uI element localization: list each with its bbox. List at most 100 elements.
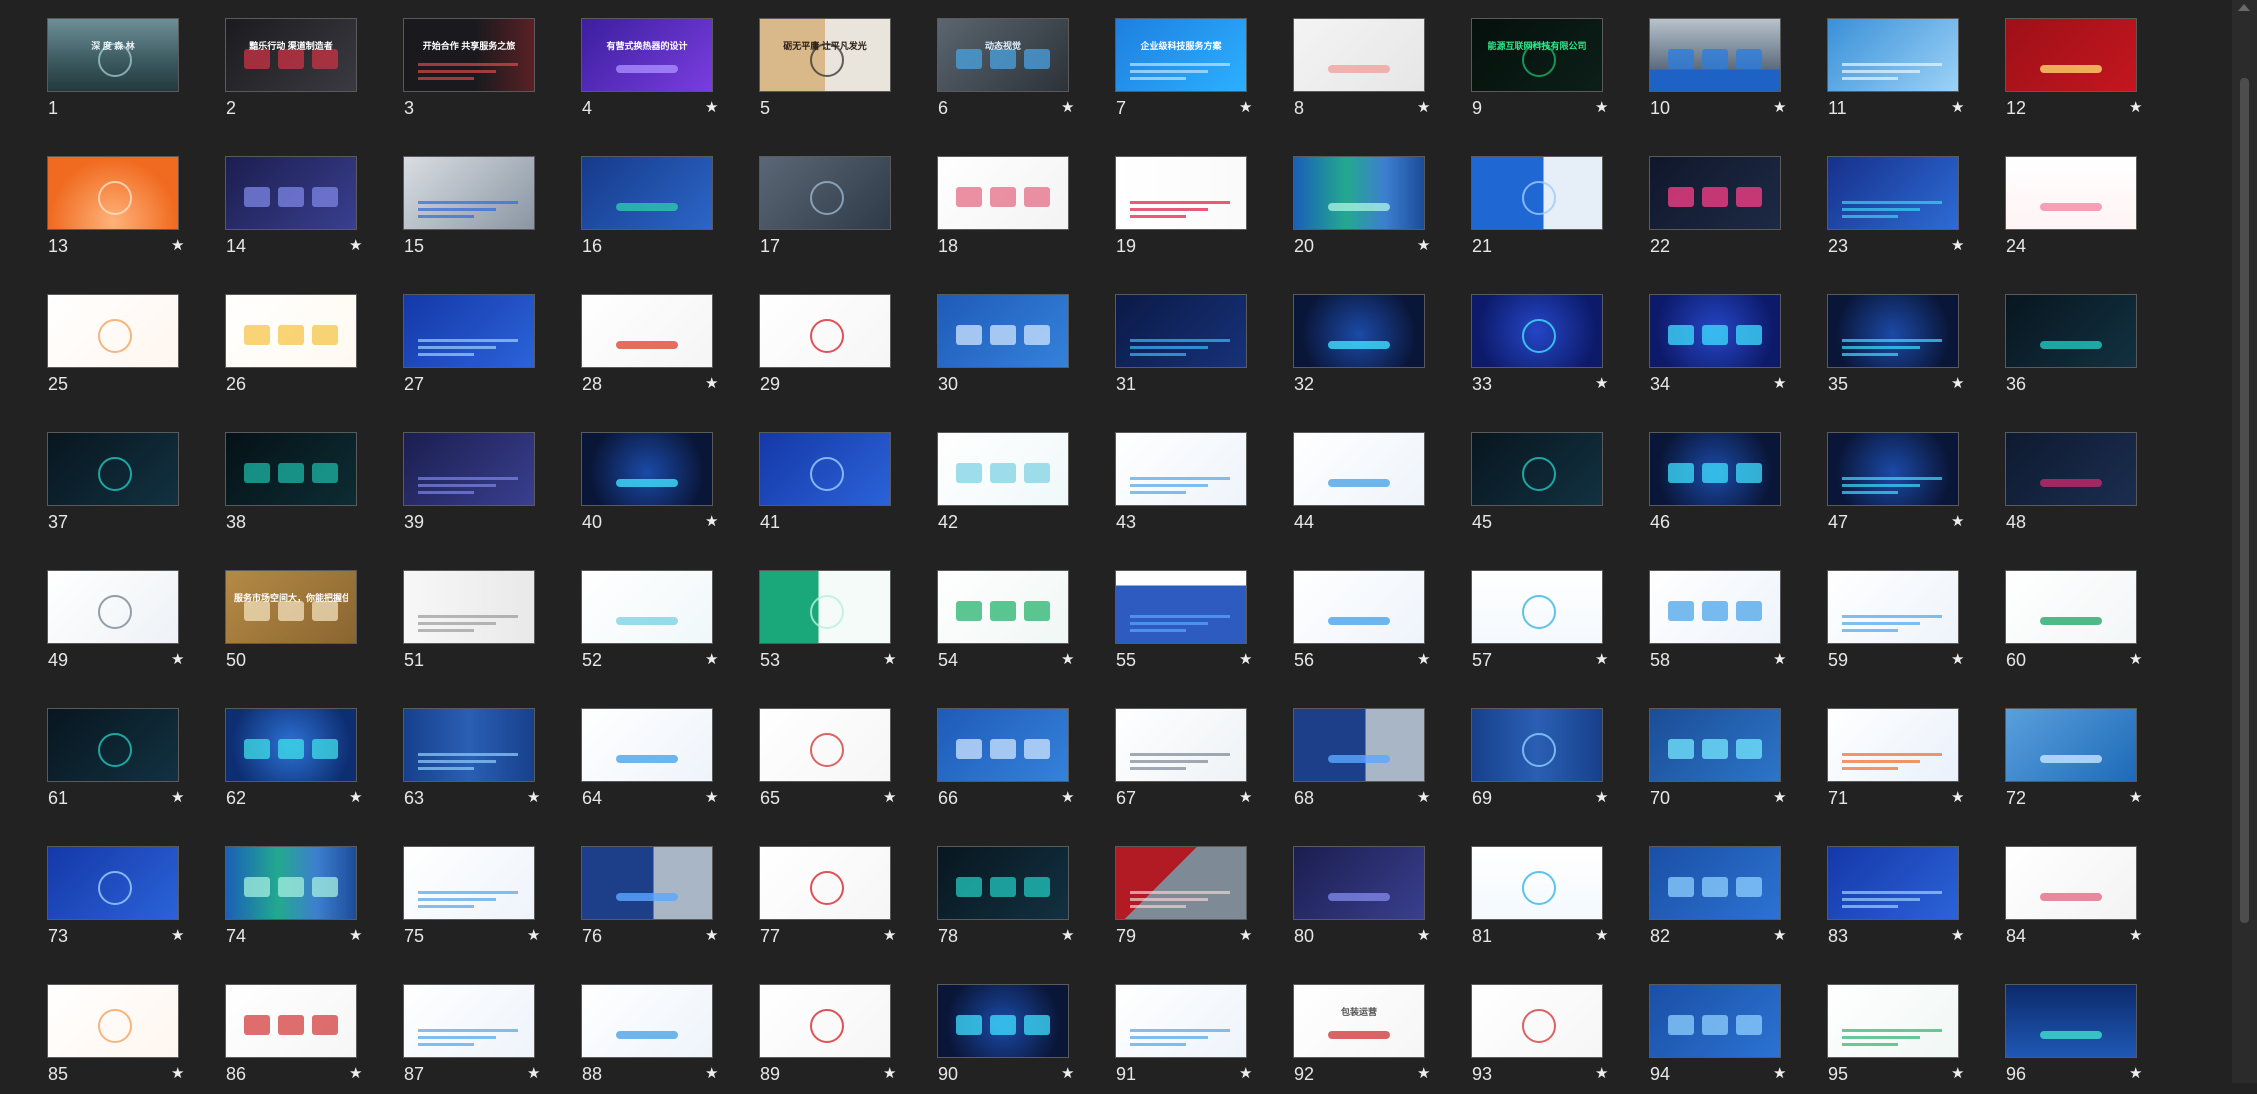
favorite-star-icon[interactable]: ★ xyxy=(1773,926,1786,946)
slide-thumbnail-item[interactable]: 71 ★ xyxy=(1827,708,1977,818)
favorite-star-icon[interactable]: ★ xyxy=(1239,1064,1252,1084)
slide-thumbnail-item[interactable]: 52 ★ xyxy=(581,570,731,680)
favorite-star-icon[interactable]: ★ xyxy=(527,1064,540,1084)
favorite-star-icon[interactable]: ★ xyxy=(171,236,184,256)
slide-preview-image[interactable] xyxy=(47,708,179,782)
slide-preview-image[interactable] xyxy=(1115,156,1247,230)
slide-thumbnail-item[interactable]: 96 ★ xyxy=(2005,984,2155,1094)
slide-preview-image[interactable] xyxy=(403,984,535,1058)
slide-thumbnail-item[interactable]: 70 ★ xyxy=(1649,708,1799,818)
slide-preview-image[interactable] xyxy=(937,156,1069,230)
slide-preview-image[interactable]: 深 度 森 林 xyxy=(47,18,179,92)
slide-thumbnail-item[interactable]: 72 ★ xyxy=(2005,708,2155,818)
slide-thumbnail-item[interactable]: 11 ★ xyxy=(1827,18,1977,128)
slide-preview-image[interactable] xyxy=(1471,570,1603,644)
favorite-star-icon[interactable]: ★ xyxy=(349,1064,362,1084)
slide-preview-image[interactable] xyxy=(1471,156,1603,230)
favorite-star-icon[interactable]: ★ xyxy=(1417,650,1430,670)
slide-preview-image[interactable] xyxy=(581,432,713,506)
slide-thumbnail-item[interactable]: 68 ★ xyxy=(1293,708,1443,818)
slide-preview-image[interactable] xyxy=(403,294,535,368)
favorite-star-icon[interactable]: ★ xyxy=(1773,650,1786,670)
slide-thumbnail-item[interactable]: 28 ★ xyxy=(581,294,731,404)
slide-preview-image[interactable]: 企业级科技服务方案 xyxy=(1115,18,1247,92)
favorite-star-icon[interactable]: ★ xyxy=(1595,374,1608,394)
slide-preview-image[interactable] xyxy=(1827,432,1959,506)
favorite-star-icon[interactable]: ★ xyxy=(171,926,184,946)
slide-preview-image[interactable] xyxy=(1293,294,1425,368)
slide-thumbnail-item[interactable]: 53 ★ xyxy=(759,570,909,680)
slide-preview-image[interactable] xyxy=(1471,432,1603,506)
slide-thumbnail-item[interactable]: 89 ★ xyxy=(759,984,909,1094)
slide-thumbnail-item[interactable]: 94 ★ xyxy=(1649,984,1799,1094)
slide-thumbnail-item[interactable]: 有营式换热器的设计 4 ★ xyxy=(581,18,731,128)
favorite-star-icon[interactable]: ★ xyxy=(2129,650,2142,670)
slide-preview-image[interactable] xyxy=(47,432,179,506)
slide-preview-image[interactable] xyxy=(759,984,891,1058)
slide-preview-image[interactable] xyxy=(2005,984,2137,1058)
slide-thumbnail-item[interactable]: 黯乐行动 渠道制造者 2 xyxy=(225,18,375,128)
slide-thumbnail-item[interactable]: 31 xyxy=(1115,294,1265,404)
slide-preview-image[interactable]: 砺无平庸 让平凡发光 xyxy=(759,18,891,92)
slide-thumbnail-item[interactable]: 74 ★ xyxy=(225,846,375,956)
slide-thumbnail-item[interactable]: 54 ★ xyxy=(937,570,1087,680)
slide-thumbnail-item[interactable]: 19 xyxy=(1115,156,1265,266)
favorite-star-icon[interactable]: ★ xyxy=(527,926,540,946)
favorite-star-icon[interactable]: ★ xyxy=(705,1064,718,1084)
slide-preview-image[interactable] xyxy=(937,708,1069,782)
favorite-star-icon[interactable]: ★ xyxy=(705,926,718,946)
slide-thumbnail-item[interactable]: 81 ★ xyxy=(1471,846,1621,956)
slide-preview-image[interactable] xyxy=(937,984,1069,1058)
favorite-star-icon[interactable]: ★ xyxy=(1951,236,1964,256)
favorite-star-icon[interactable]: ★ xyxy=(1417,98,1430,118)
slide-preview-image[interactable] xyxy=(581,570,713,644)
favorite-star-icon[interactable]: ★ xyxy=(883,788,896,808)
favorite-star-icon[interactable]: ★ xyxy=(1595,1064,1608,1084)
slide-preview-image[interactable] xyxy=(1293,156,1425,230)
slide-preview-image[interactable]: 有营式换热器的设计 xyxy=(581,18,713,92)
favorite-star-icon[interactable]: ★ xyxy=(1595,98,1608,118)
slide-thumbnail-item[interactable]: 61 ★ xyxy=(47,708,197,818)
slide-preview-image[interactable] xyxy=(581,294,713,368)
slide-thumbnail-item[interactable]: 35 ★ xyxy=(1827,294,1977,404)
slide-thumbnail-item[interactable]: 78 ★ xyxy=(937,846,1087,956)
slide-thumbnail-item[interactable]: 93 ★ xyxy=(1471,984,1621,1094)
favorite-star-icon[interactable]: ★ xyxy=(1417,236,1430,256)
slide-thumbnail-item[interactable]: 44 xyxy=(1293,432,1443,542)
slide-preview-image[interactable] xyxy=(1293,708,1425,782)
favorite-star-icon[interactable]: ★ xyxy=(1239,926,1252,946)
slide-thumbnail-item[interactable]: 66 ★ xyxy=(937,708,1087,818)
slide-thumbnail-item[interactable]: 41 xyxy=(759,432,909,542)
slide-preview-image[interactable] xyxy=(1827,846,1959,920)
slide-preview-image[interactable] xyxy=(1471,708,1603,782)
slide-preview-image[interactable] xyxy=(759,432,891,506)
slide-thumbnail-item[interactable]: 51 xyxy=(403,570,553,680)
slide-preview-image[interactable] xyxy=(2005,846,2137,920)
slide-thumbnail-item[interactable]: 能源互联网科技有限公司 9 ★ xyxy=(1471,18,1621,128)
favorite-star-icon[interactable]: ★ xyxy=(1773,374,1786,394)
favorite-star-icon[interactable]: ★ xyxy=(1061,926,1074,946)
slide-thumbnail-item[interactable]: 45 xyxy=(1471,432,1621,542)
slide-preview-image[interactable]: 服务市场空间大，你能把握住吗？ xyxy=(225,570,357,644)
slide-preview-image[interactable] xyxy=(1115,984,1247,1058)
slide-thumbnail-item[interactable]: 91 ★ xyxy=(1115,984,1265,1094)
slide-thumbnail-item[interactable]: 80 ★ xyxy=(1293,846,1443,956)
slide-thumbnail-item[interactable]: 42 xyxy=(937,432,1087,542)
favorite-star-icon[interactable]: ★ xyxy=(1951,788,1964,808)
slide-preview-image[interactable] xyxy=(1115,846,1247,920)
slide-thumbnail-item[interactable]: 57 ★ xyxy=(1471,570,1621,680)
slide-preview-image[interactable] xyxy=(1115,570,1247,644)
slide-preview-image[interactable] xyxy=(1471,846,1603,920)
favorite-star-icon[interactable]: ★ xyxy=(349,236,362,256)
slide-thumbnail-item[interactable]: 20 ★ xyxy=(1293,156,1443,266)
slide-preview-image[interactable] xyxy=(47,570,179,644)
slide-preview-image[interactable] xyxy=(403,432,535,506)
slide-preview-image[interactable] xyxy=(1115,432,1247,506)
favorite-star-icon[interactable]: ★ xyxy=(1773,788,1786,808)
slide-thumbnail-item[interactable]: 79 ★ xyxy=(1115,846,1265,956)
slide-preview-image[interactable] xyxy=(581,846,713,920)
slide-preview-image[interactable] xyxy=(1649,846,1781,920)
slide-thumbnail-item[interactable]: 55 ★ xyxy=(1115,570,1265,680)
slide-preview-image[interactable]: 黯乐行动 渠道制造者 xyxy=(225,18,357,92)
slide-preview-image[interactable] xyxy=(759,156,891,230)
